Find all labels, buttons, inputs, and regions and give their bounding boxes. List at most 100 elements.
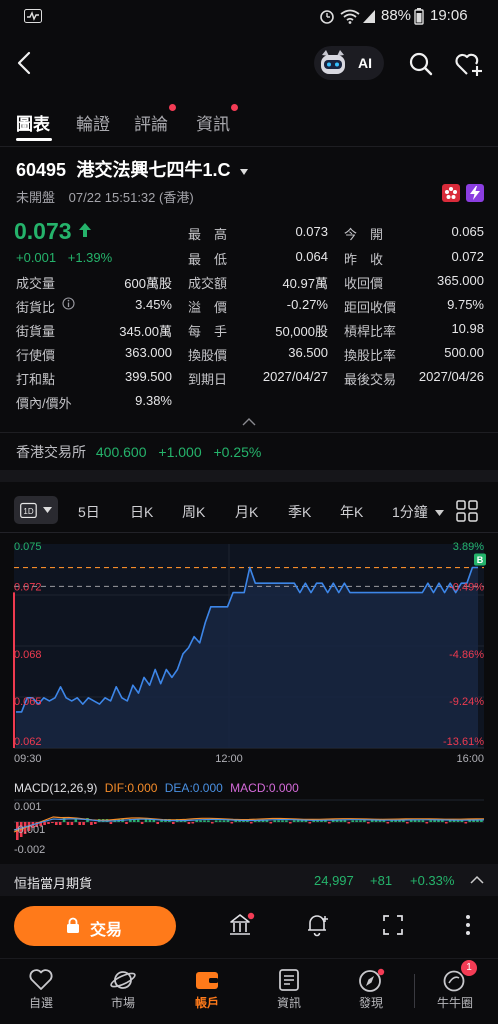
detail-value: 2027/04/27 <box>262 369 328 384</box>
macd-histogram-bar <box>409 820 413 822</box>
tab-comments[interactable]: 評論 <box>134 104 176 135</box>
market-status: 未開盤 <box>16 190 56 205</box>
change-value: +0.001 <box>16 250 57 265</box>
macd-histogram-bar <box>421 820 425 822</box>
detail-label: 換股價 <box>188 348 228 363</box>
macd-histogram-bar <box>296 820 300 822</box>
period-monthly[interactable]: 月K <box>235 502 258 522</box>
underlying-change-pct: +0.25% <box>213 444 262 460</box>
wifi-icon <box>340 9 360 24</box>
dropdown-caret-icon <box>43 507 52 513</box>
quote-datetime: 07/22 15:51:32 (香港) <box>68 190 194 205</box>
fullscreen-icon[interactable] <box>383 915 403 935</box>
bottom-tab-community[interactable]: 牛牛圈 1 <box>414 960 496 1011</box>
macd-y-tick-label: 0.001 <box>14 801 42 813</box>
status-bar: 88% 19:06 <box>0 0 498 32</box>
market-status-line: 未開盤 07/22 15:51:32 (香港) <box>16 187 194 206</box>
macd-histogram-bar <box>90 822 93 825</box>
bottom-tab-label: 市場 <box>110 996 135 1010</box>
trade-button[interactable]: 交易 <box>14 906 176 946</box>
macd-histogram-bar <box>300 820 304 822</box>
detail-label: 價內/價外 <box>16 396 72 411</box>
futures-ticker[interactable]: 恒指當月期貨 24,997 +81 +0.33% <box>0 864 498 896</box>
info-icon[interactable] <box>62 297 75 310</box>
y-tick-label-left: 0.062 <box>14 736 42 748</box>
bottom-tab-label: 資訊 <box>276 996 301 1010</box>
macd-histogram-bar <box>339 820 343 822</box>
minute-interval-select[interactable]: 1分鐘 <box>392 502 444 522</box>
tab-warrants[interactable]: 輪證 <box>76 110 110 135</box>
change-percent: +1.39% <box>67 250 113 265</box>
low-label: 最 低 <box>188 252 228 267</box>
clock-text: 19:06 <box>430 7 468 24</box>
macd-histogram-bar <box>406 822 409 824</box>
bottom-tab-watchlist[interactable]: 自選 <box>0 966 82 1011</box>
macd-histogram-bar <box>347 822 351 824</box>
period-yearly[interactable]: 年K <box>340 502 363 522</box>
period-quarterly[interactable]: 季K <box>288 502 311 522</box>
stock-title[interactable]: 60495 港交法興七四牛1.C <box>16 156 249 182</box>
bottom-tab-news[interactable]: 資訊 <box>248 966 330 1011</box>
macd-histogram-bar <box>480 820 483 822</box>
period-1d-select[interactable]: 1D <box>14 496 58 524</box>
search-icon[interactable] <box>408 51 434 77</box>
detail-value: 2027/04/26 <box>418 369 484 384</box>
bottom-tab-label: 自選 <box>28 996 53 1010</box>
macd-histogram-bar <box>437 820 440 822</box>
macd-dif: DIF:0.000 <box>104 781 158 795</box>
macd-histogram-bar <box>429 820 432 822</box>
macd-histogram-bar <box>281 820 284 822</box>
macd-histogram-bar <box>308 822 312 824</box>
bottom-tab-market[interactable]: 市場 <box>82 966 164 1011</box>
price-value: 0.073 <box>14 218 72 244</box>
macd-y-tick-label: -0.001 <box>14 824 45 836</box>
battery-icon <box>414 8 424 25</box>
battery-text: 88% <box>381 7 412 24</box>
period-weekly[interactable]: 周K <box>182 502 205 522</box>
open-value: 0.065 <box>451 224 484 239</box>
detail-label: 換股比率 <box>344 348 397 363</box>
macd-histogram-bar <box>363 820 366 822</box>
period-5d[interactable]: 5日 <box>78 502 100 522</box>
intraday-line-chart[interactable]: 0.075 0.072 0.068 0.065 0.062 3.89% -0.49% -4.8… <box>0 534 498 770</box>
macd-histogram-bar <box>292 820 296 822</box>
more-vertical-icon[interactable] <box>464 914 472 936</box>
detail-value: 3.45% <box>135 297 172 312</box>
buy-marker-label: B <box>477 555 484 565</box>
ai-assistant-button[interactable]: AI <box>314 46 384 80</box>
trade-button-label: 交易 <box>90 922 123 939</box>
open-label: 今 開 <box>344 227 384 242</box>
add-alert-bell-icon[interactable] <box>305 912 331 938</box>
tab-news[interactable]: 資訊 <box>196 104 238 135</box>
add-watchlist-heart-icon[interactable] <box>454 50 484 78</box>
detail-label: 成交額 <box>188 276 228 291</box>
detail-label: 溢 價 <box>188 300 228 315</box>
bottom-tab-account[interactable]: 帳戶 <box>166 966 248 1011</box>
collapse-chevron-icon[interactable] <box>242 418 256 426</box>
heart-icon <box>29 969 53 990</box>
macd-histogram-bar <box>140 822 144 824</box>
detail-value: -0.27% <box>286 297 328 312</box>
period-daily[interactable]: 日K <box>130 502 153 522</box>
institution-icon[interactable] <box>228 912 256 938</box>
underlying-quote[interactable]: 香港交易所 400.600 +1.000 +0.25% <box>16 442 261 462</box>
up-arrow-icon <box>79 223 92 237</box>
period-selected-text: 1D <box>23 507 33 516</box>
price-change: +0.001 +1.39% <box>16 250 112 265</box>
bottom-tab-discover[interactable]: 發現 <box>330 966 412 1011</box>
macd-histogram-bar <box>289 822 292 824</box>
macd-histogram-bar <box>250 822 253 824</box>
macd-histogram-bar <box>273 820 276 822</box>
news-icon <box>279 969 299 991</box>
macd-histogram-bar <box>199 820 202 822</box>
back-arrow-icon[interactable] <box>14 50 34 76</box>
tab-chart[interactable]: 圖表 <box>16 110 50 135</box>
expand-chevron-up-icon[interactable] <box>470 875 484 884</box>
macd-histogram-bar <box>187 822 191 824</box>
y-tick-label-right: -4.86% <box>449 649 484 661</box>
high-label: 最 高 <box>188 227 228 242</box>
macd-histogram-bar <box>425 822 429 824</box>
hk-flag-icon <box>442 184 460 202</box>
layout-grid-icon[interactable] <box>456 500 478 522</box>
macd-histogram-bar <box>277 820 280 822</box>
